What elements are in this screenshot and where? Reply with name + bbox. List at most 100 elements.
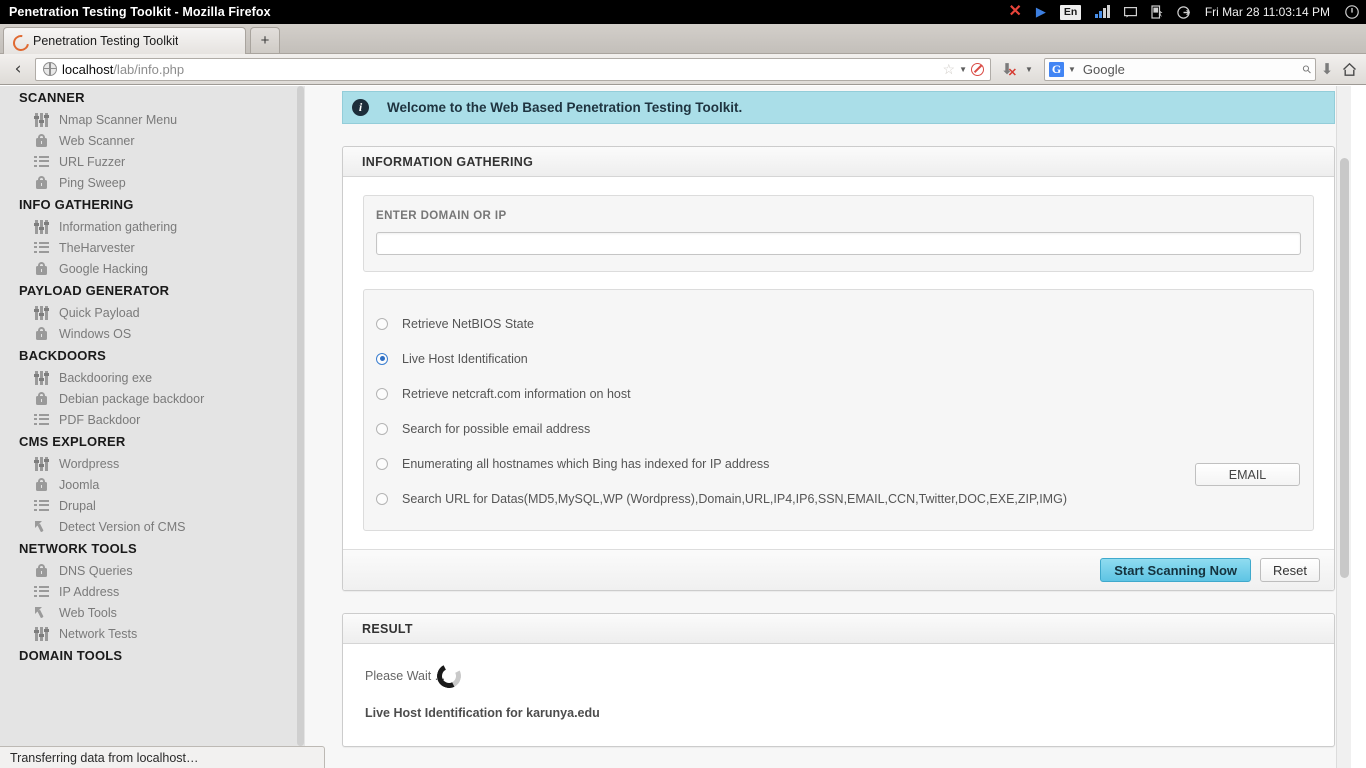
list-icon [34,585,49,599]
sidebar-item-ip-address[interactable]: IP Address [0,581,305,602]
sidebar-group-title: SCANNER [0,86,305,109]
scan-option-label: Retrieve netcraft.com information on hos… [402,387,631,401]
sidebar-item-google-hacking[interactable]: Google Hacking [0,258,305,279]
battery-glyph [1151,5,1163,19]
sliders-icon [34,457,49,471]
scan-option-radio[interactable] [376,318,388,330]
sidebar-item-url-fuzzer[interactable]: URL Fuzzer [0,151,305,172]
home-glyph [1342,62,1357,77]
loading-spinner-icon [434,661,464,691]
sidebar-item-label: URL Fuzzer [59,155,125,169]
welcome-banner-text: Welcome to the Web Based Penetration Tes… [387,100,742,115]
info-icon: i [352,99,369,116]
sidebar-group-title: NETWORK TOOLS [0,537,305,560]
scan-option-label: Enumerating all hostnames which Bing has… [402,457,769,471]
sidebar-item-nmap-scanner-menu[interactable]: Nmap Scanner Menu [0,109,305,130]
sidebar-item-web-scanner[interactable]: Web Scanner [0,130,305,151]
chat-bubble-icon[interactable] [1117,0,1144,24]
sidebar-item-joomla[interactable]: Joomla [0,474,305,495]
search-engine-chevron-icon[interactable]: ▼ [1068,65,1076,74]
bookmark-star-icon[interactable]: ☆ [943,61,956,78]
scan-option-radio[interactable] [376,493,388,505]
sidebar-item-label: Information gathering [59,220,177,234]
domain-input[interactable] [376,232,1301,255]
sidebar-item-wordpress[interactable]: Wordpress [0,453,305,474]
scan-option-row[interactable]: Enumerating all hostnames which Bing has… [376,446,1301,481]
start-scanning-button[interactable]: Start Scanning Now [1100,558,1251,582]
result-panel: RESULT Please Wait ... Live Host Identif… [342,613,1335,747]
arrow-icon [34,606,49,620]
status-bar-text: Transferring data from localhost… [10,751,199,765]
new-tab-button[interactable]: + [250,27,280,53]
close-icon[interactable]: ✕ [1002,0,1029,24]
result-header: RESULT [343,614,1334,644]
sidebar-item-label: IP Address [59,585,119,599]
sidebar-item-debian-package-backdoor[interactable]: Debian package backdoor [0,388,305,409]
signal-bars-icon[interactable] [1088,0,1117,24]
page-scrollbar-thumb[interactable] [1340,158,1349,578]
chevron-down-icon[interactable]: ▼ [959,65,967,74]
sidebar-scrollbar[interactable] [295,86,305,768]
scan-option-row[interactable]: Search URL for Datas(MD5,MySQL,WP (Wordp… [376,481,1301,516]
lock-icon [34,176,49,190]
data-type-select[interactable]: EMAIL [1195,463,1300,486]
search-bar[interactable]: G ▼ Google ⚲ [1044,58,1316,81]
sliders-icon [34,113,49,127]
media-play-icon[interactable]: ▶ [1029,0,1053,24]
downloads-button[interactable]: ⬇ [1316,57,1338,81]
tab-title: Penetration Testing Toolkit [33,34,178,48]
sidebar-item-dns-queries[interactable]: DNS Queries [0,560,305,581]
sidebar-item-pdf-backdoor[interactable]: PDF Backdoor [0,409,305,430]
sidebar-item-label: Joomla [59,478,99,492]
scan-option-row[interactable]: Live Host Identification [376,341,1301,376]
scan-option-row[interactable]: Retrieve NetBIOS State [376,306,1301,341]
downloads-dropdown-icon[interactable]: ▼ [1018,57,1040,81]
magnifier-icon[interactable]: ⚲ [1300,62,1315,77]
sidebar-group-title: INFO GATHERING [0,193,305,216]
sidebar-item-backdooring-exe[interactable]: Backdooring exe [0,367,305,388]
home-icon[interactable] [1338,57,1360,81]
clock[interactable]: Fri Mar 28 11:03:14 PM [1197,5,1338,19]
domain-fieldset: ENTER DOMAIN OR IP [363,195,1314,272]
address-bar[interactable]: localhost/lab/info.php ☆ ▼ [35,58,991,81]
information-gathering-footer: Start Scanning Now Reset [343,549,1334,590]
page-viewport: SCANNERNmap Scanner Menu Web Scanner URL F… [0,86,1366,768]
browser-tab-active[interactable]: Penetration Testing Toolkit [3,27,246,54]
power-menu-icon[interactable] [1170,0,1197,24]
list-icon [34,413,49,427]
panel-title: INFORMATION GATHERING [362,155,533,169]
sidebar-item-drupal[interactable]: Drupal [0,495,305,516]
sidebar-item-quick-payload[interactable]: Quick Payload [0,302,305,323]
back-button[interactable]: ‹ [6,57,30,81]
page-scrollbar[interactable] [1336,86,1351,768]
sidebar-item-web-tools[interactable]: Web Tools [0,602,305,623]
download-arrow-icon[interactable]: ⬇ ✕ [996,57,1018,81]
sidebar-group-title: PAYLOAD GENERATOR [0,279,305,302]
sidebar-item-ping-sweep[interactable]: Ping Sweep [0,172,305,193]
loading-row: Please Wait ... [365,664,1312,688]
sidebar-item-detect-version-of-cms[interactable]: Detect Version of CMS [0,516,305,537]
information-gathering-panel: INFORMATION GATHERING ENTER DOMAIN OR IP… [342,146,1335,591]
scan-option-radio[interactable] [376,353,388,365]
battery-charging-icon[interactable] [1144,0,1170,24]
arrow-icon [34,520,49,534]
no-entry-icon[interactable] [971,63,984,76]
sidebar-group-title: CMS EXPLORER [0,430,305,453]
sidebar-item-label: Quick Payload [59,306,140,320]
sidebar-item-theharvester[interactable]: TheHarvester [0,237,305,258]
sidebar-scrollbar-thumb[interactable] [297,86,304,746]
scan-option-radio[interactable] [376,423,388,435]
keyboard-layout-indicator[interactable]: En [1053,0,1088,24]
shutdown-icon[interactable] [1338,0,1366,24]
sidebar-item-information-gathering[interactable]: Information gathering [0,216,305,237]
sidebar-item-label: Web Scanner [59,134,135,148]
scan-option-row[interactable]: Retrieve netcraft.com information on hos… [376,376,1301,411]
scan-option-radio[interactable] [376,458,388,470]
scan-option-radio[interactable] [376,388,388,400]
sidebar-item-label: Debian package backdoor [59,392,204,406]
reset-button[interactable]: Reset [1260,558,1320,582]
sidebar-item-windows-os[interactable]: Windows OS [0,323,305,344]
scan-option-row[interactable]: Search for possible email address [376,411,1301,446]
sidebar-item-network-tests[interactable]: Network Tests [0,623,305,644]
search-input[interactable]: Google [1083,62,1125,77]
